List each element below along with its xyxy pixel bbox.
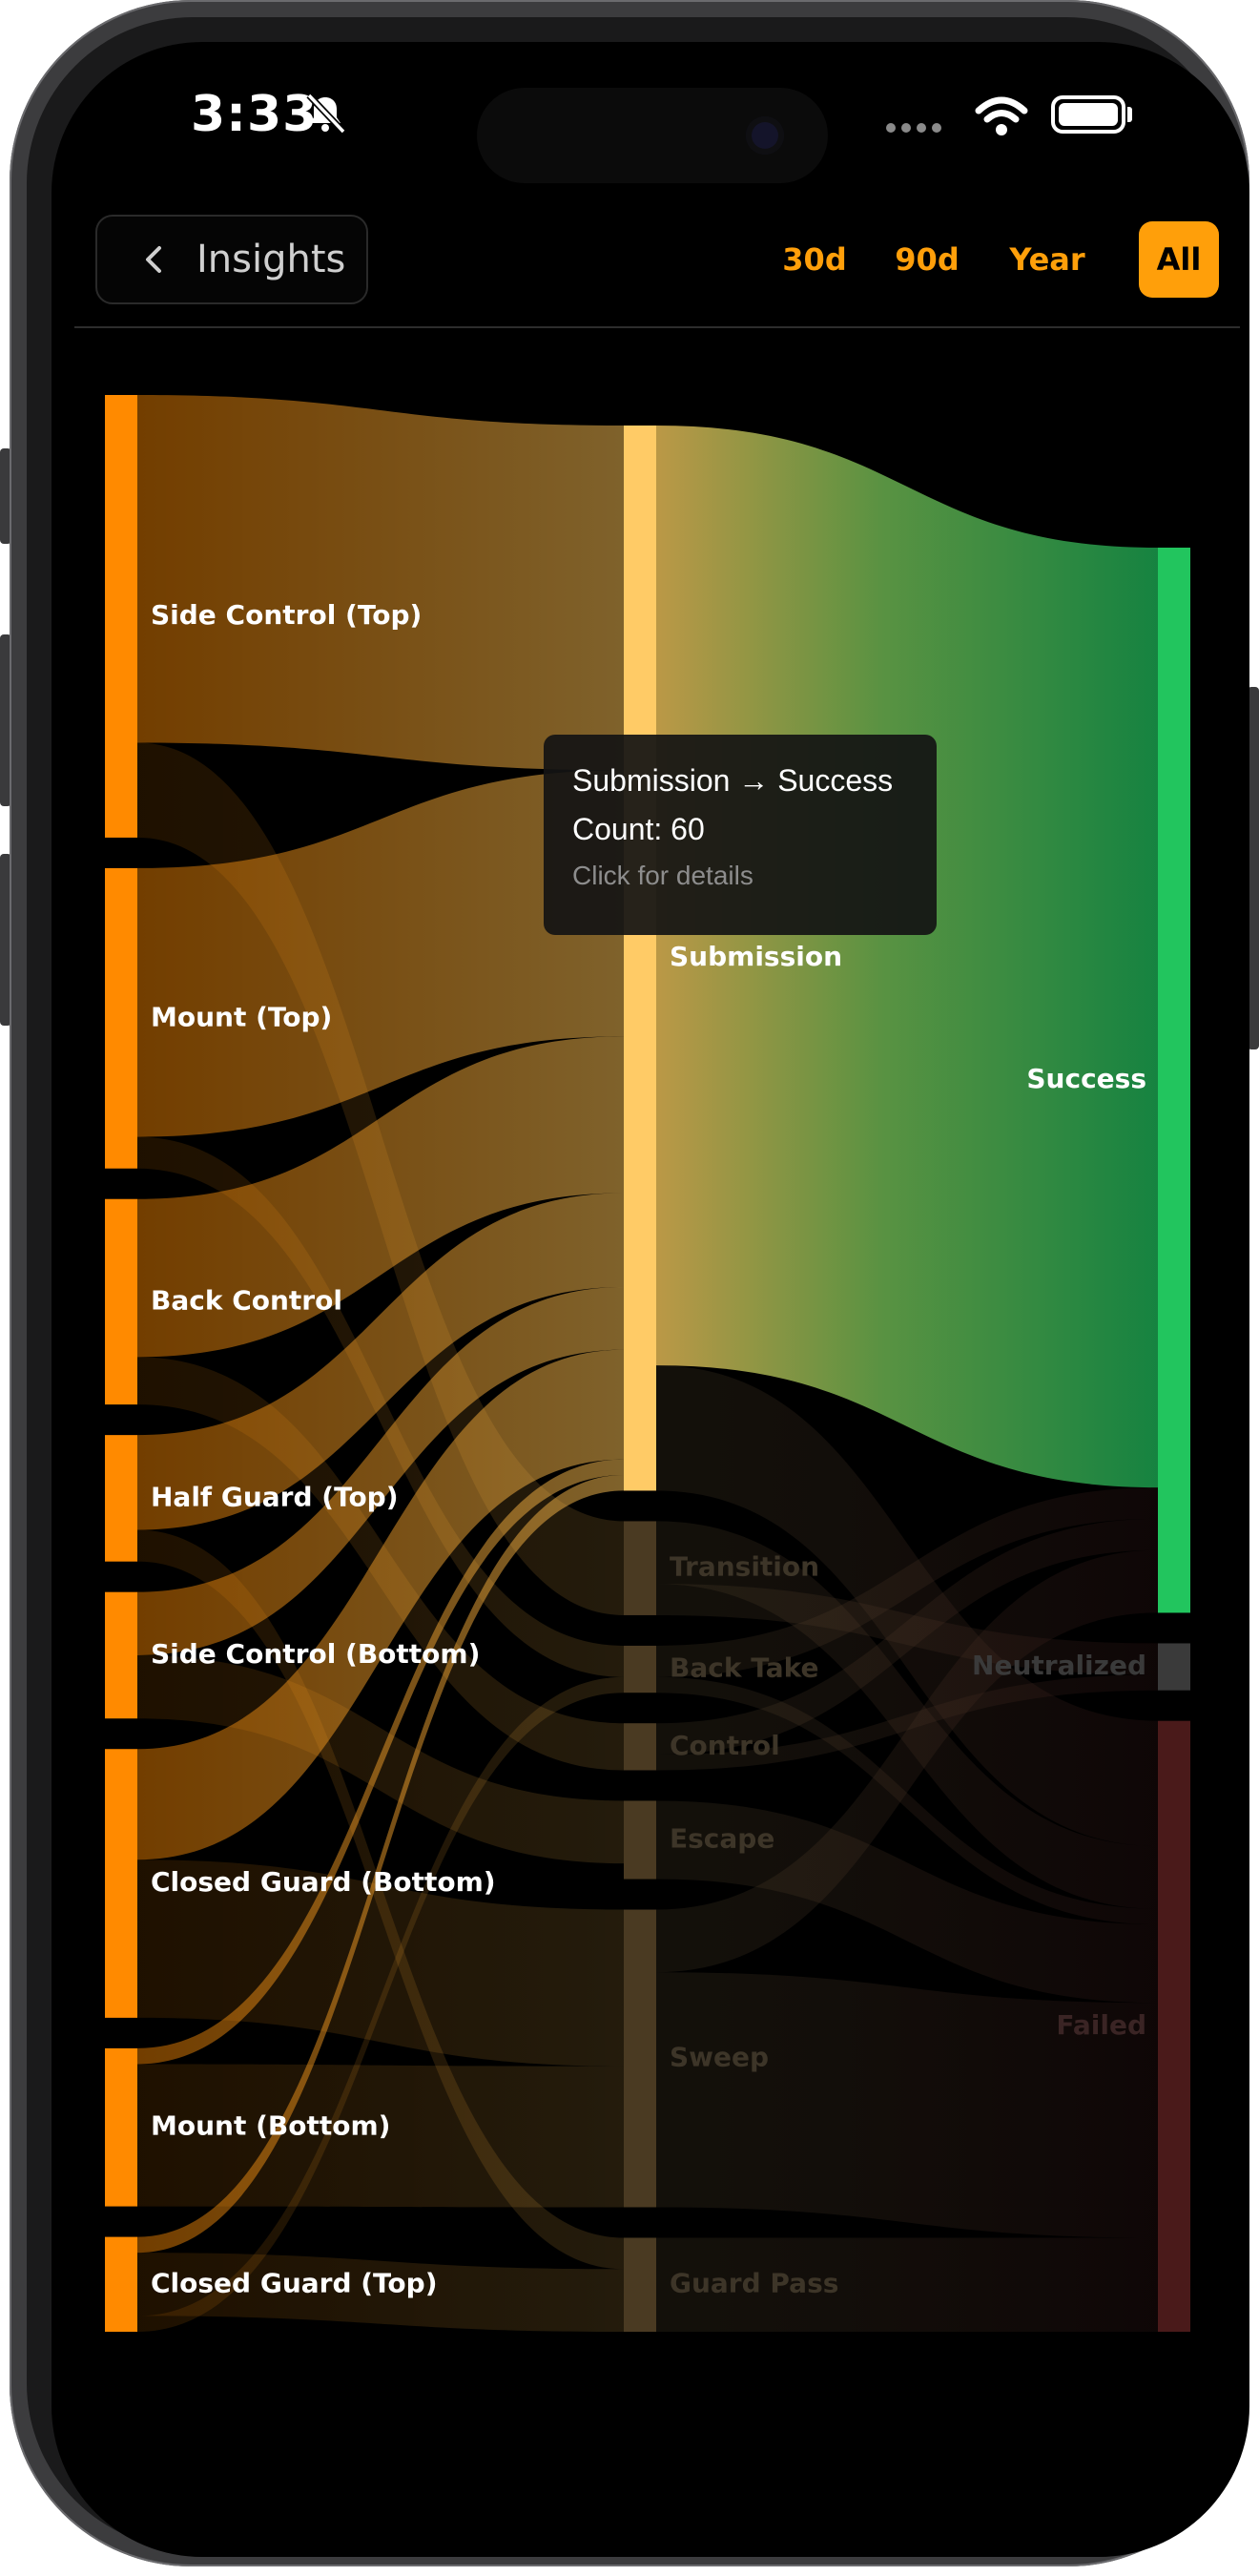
sankey-node[interactable] bbox=[624, 1909, 656, 2208]
sankey-node-label: Closed Guard (Top) bbox=[151, 2267, 438, 2298]
sankey-node-label: Success bbox=[1026, 1063, 1146, 1094]
sankey-node[interactable] bbox=[105, 867, 137, 1169]
sankey-node-label: Back Control bbox=[151, 1284, 342, 1316]
tooltip-hint: Click for details bbox=[572, 861, 753, 890]
sankey-node-label: Side Control (Bottom) bbox=[151, 1638, 480, 1670]
sankey-node[interactable] bbox=[105, 395, 137, 838]
sankey-node[interactable] bbox=[624, 1800, 656, 1880]
sankey-node-label: Neutralized bbox=[972, 1650, 1146, 1681]
sankey-node[interactable] bbox=[1158, 1720, 1190, 2332]
sankey-node-label: Half Guard (Top) bbox=[151, 1481, 399, 1512]
sankey-node[interactable] bbox=[624, 426, 656, 1491]
sankey-node-label: Escape bbox=[670, 1823, 774, 1855]
sankey-node[interactable] bbox=[105, 2236, 137, 2332]
phone-frame: 3:33 Insights 30d 90d Year All Side Cont… bbox=[10, 0, 1249, 2566]
sankey-node-label: Guard Pass bbox=[670, 2268, 838, 2299]
sankey-node[interactable] bbox=[624, 1723, 656, 1771]
sankey-node[interactable] bbox=[624, 1521, 656, 1615]
sankey-node-label: Mount (Top) bbox=[151, 1001, 332, 1032]
sankey-node-label: Transition bbox=[670, 1551, 819, 1583]
sankey-node-label: Submission bbox=[670, 941, 842, 972]
sankey-node[interactable] bbox=[105, 1198, 137, 1405]
sankey-node[interactable] bbox=[1158, 548, 1190, 1613]
link-tooltip: Submission → Success Count: 60 Click for… bbox=[544, 735, 937, 935]
sankey-node-label: Closed Guard (Bottom) bbox=[151, 1866, 496, 1898]
sankey-node-label: Side Control (Top) bbox=[151, 599, 422, 631]
screen: 3:33 Insights 30d 90d Year All Side Cont… bbox=[52, 42, 1249, 2557]
tooltip-count: Count: 60 bbox=[572, 812, 705, 846]
sankey-node[interactable] bbox=[624, 2237, 656, 2332]
phone-bezel: 3:33 Insights 30d 90d Year All Side Cont… bbox=[27, 17, 1249, 2557]
sankey-node-label: Back Take bbox=[670, 1652, 818, 1684]
sankey-node[interactable] bbox=[105, 1591, 137, 1719]
sankey-link[interactable] bbox=[137, 395, 624, 771]
sankey-chart: Side Control (Top) Mount (Top) Back Contro… bbox=[105, 395, 1190, 2332]
sankey-node[interactable] bbox=[105, 2047, 137, 2207]
sankey-node-label: Mount (Bottom) bbox=[151, 2110, 390, 2142]
sankey-node-label: Control bbox=[670, 1730, 780, 1761]
sankey-node[interactable] bbox=[105, 1749, 137, 2018]
tooltip-title: Submission → Success bbox=[572, 763, 894, 798]
sankey-node[interactable] bbox=[624, 1645, 656, 1693]
sankey-node-label: Failed bbox=[1056, 2009, 1146, 2041]
sankey-node[interactable] bbox=[1158, 1643, 1190, 1691]
sankey-node[interactable] bbox=[105, 1435, 137, 1562]
sankey-node-label: Sweep bbox=[670, 2042, 769, 2073]
